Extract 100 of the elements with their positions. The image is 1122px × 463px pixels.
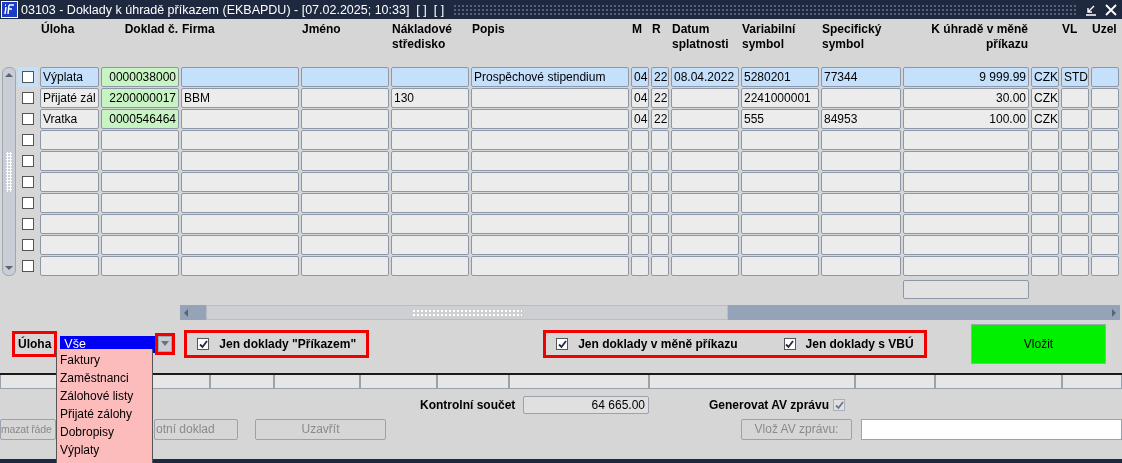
table-cell	[651, 235, 669, 255]
table-cell: 08.04.2022	[671, 67, 739, 87]
column-header: Datum splatnosti	[671, 22, 730, 51]
status-cell	[210, 375, 274, 389]
table-cell	[631, 151, 649, 171]
table-cell	[1091, 172, 1119, 192]
checkbox[interactable]	[556, 338, 569, 350]
table-cell	[40, 235, 99, 255]
table-cell	[671, 88, 739, 108]
table-cell: Vratka	[40, 109, 99, 129]
table-cell: STD	[1061, 67, 1089, 87]
table-cell	[1031, 151, 1059, 171]
table-cell: BBM	[181, 88, 299, 108]
table-cell	[1091, 88, 1119, 108]
table-cell: 5280201	[741, 67, 819, 87]
dropdown-option[interactable]: Dobropisy	[60, 423, 152, 441]
checkbox[interactable]	[783, 338, 796, 350]
table-cell: Přijaté zál	[40, 88, 99, 108]
vertical-scrollbar[interactable]	[2, 67, 16, 276]
table-cell: Prospěchové stipendium	[471, 67, 629, 87]
column-header: Nákladové středisko	[391, 22, 454, 51]
window-title: 03103 - Doklady k úhradě příkazem (EKBAPDU) - [07.02.2025; 10:33] [ ] [ ]	[21, 2, 445, 17]
table-cell: 04	[631, 109, 649, 129]
column-header: M	[631, 22, 643, 37]
table-cell	[1091, 109, 1119, 129]
table-cell	[631, 256, 649, 276]
table-cell	[1061, 256, 1089, 276]
table-cell	[651, 214, 669, 234]
app-logo-icon	[1, 1, 18, 18]
checkbox[interactable]	[22, 92, 34, 104]
table-cell	[1031, 172, 1059, 192]
column-header: R	[651, 22, 662, 37]
checkbox[interactable]	[22, 155, 34, 167]
table-cell	[1091, 130, 1119, 150]
table-cell	[631, 235, 649, 255]
close-icon[interactable]	[1105, 3, 1117, 16]
status-cell	[437, 375, 509, 389]
table-cell: Výplata	[40, 67, 99, 87]
dropdown-option[interactable]: Zaměstnanci	[60, 369, 152, 387]
checksum-field: 64 665.00	[523, 396, 649, 414]
table-cell: 30.00	[903, 88, 1029, 108]
column-header: VL	[1061, 22, 1079, 37]
checkbox-label: Jen doklady "Příkazem"	[219, 337, 357, 351]
table-cell: 04	[631, 67, 649, 87]
table-cell	[1061, 130, 1089, 150]
table-cell: 04	[631, 88, 649, 108]
checkbox-label: Jen doklady s VBÚ	[805, 337, 914, 351]
table-cell: CZK	[1031, 67, 1059, 87]
column-header: Doklad č.	[123, 22, 179, 37]
table-cell	[651, 256, 669, 276]
checkbox[interactable]	[197, 338, 210, 350]
checkbox[interactable]	[22, 176, 34, 188]
generate-av-label: Generovat AV zprávu	[709, 398, 830, 412]
table-cell	[631, 193, 649, 213]
table-cell	[1091, 193, 1119, 213]
av-message-field[interactable]	[861, 418, 1122, 440]
table-cell	[671, 172, 739, 192]
table-cell	[1091, 256, 1119, 276]
checkbox[interactable]	[22, 239, 34, 251]
insert-button[interactable]: Vložit	[971, 324, 1106, 364]
column-header: Uzel	[1091, 22, 1118, 37]
table-cell	[631, 172, 649, 192]
table-cell	[631, 130, 649, 150]
table-cell: 22	[651, 88, 669, 108]
status-cell	[1062, 375, 1122, 389]
table-cell: CZK	[1031, 88, 1059, 108]
checkbox[interactable]	[22, 260, 34, 272]
table-cell: 555	[741, 109, 819, 129]
table-cell: CZK	[1031, 109, 1059, 129]
table-cell	[40, 214, 99, 234]
table-cell	[1031, 235, 1059, 255]
table-cell: 2200000017	[101, 88, 179, 108]
table-cell	[651, 172, 669, 192]
dropdown-option[interactable]: Zálohové listy	[60, 387, 152, 405]
table-cell	[1061, 172, 1089, 192]
table-cell: 77344	[821, 67, 901, 87]
dropdown-option[interactable]: Faktury	[60, 351, 152, 369]
column-header: Popis	[471, 22, 506, 37]
table-cell	[40, 193, 99, 213]
restore-icon[interactable]	[1085, 3, 1097, 16]
table-cell	[1091, 235, 1119, 255]
table-cell	[40, 172, 99, 192]
table-cell	[40, 130, 99, 150]
checkbox[interactable]	[22, 134, 34, 146]
checkbox[interactable]	[22, 218, 34, 230]
table-cell	[1061, 88, 1089, 108]
checkbox[interactable]	[22, 113, 34, 125]
table-cell	[1061, 151, 1089, 171]
checkbox[interactable]	[22, 71, 34, 83]
dropdown-option[interactable]: Výplaty	[60, 441, 152, 459]
dropdown-option[interactable]: Přijaté zálohy	[60, 405, 152, 423]
table-cell	[671, 235, 739, 255]
checkbox[interactable]	[22, 197, 34, 209]
table-cell	[1091, 151, 1119, 171]
filter-label: Úloha	[17, 337, 53, 351]
table-cell: 0000038000	[101, 67, 179, 87]
table-cell	[671, 214, 739, 234]
table-cell: 84953	[821, 109, 901, 129]
checkbox-label: Jen doklady v měně příkazu	[578, 337, 738, 351]
table-cell: 0000546464	[101, 109, 179, 129]
